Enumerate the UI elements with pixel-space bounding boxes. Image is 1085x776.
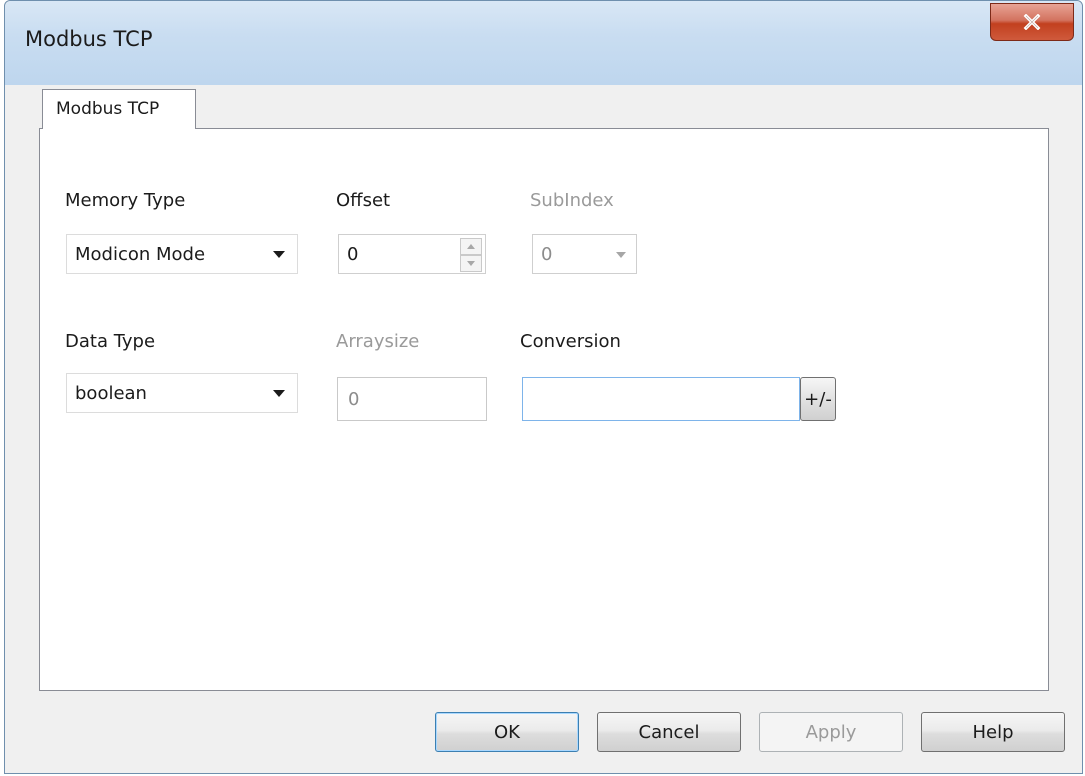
data-type-value: boolean	[75, 383, 147, 404]
window-title: Modbus TCP	[25, 27, 153, 51]
subindex-label: SubIndex	[530, 190, 614, 211]
data-type-label: Data Type	[65, 331, 156, 352]
conversion-label: Conversion	[520, 331, 621, 352]
data-type-dropdown[interactable]: boolean	[66, 373, 298, 413]
arraysize-label: Arraysize	[336, 331, 420, 352]
memory-type-value: Modicon Mode	[75, 244, 206, 265]
close-button[interactable]	[990, 3, 1074, 41]
memory-type-dropdown[interactable]: Modicon Mode	[66, 234, 298, 274]
memory-type-label: Memory Type	[65, 190, 186, 211]
close-icon	[1023, 14, 1041, 30]
conversion-field[interactable]	[522, 377, 800, 421]
offset-spin-buttons	[457, 235, 485, 275]
chevron-down-icon	[273, 390, 285, 397]
title-bar[interactable]: Modbus TCP	[5, 1, 1082, 85]
apply-button: Apply	[759, 712, 903, 752]
conversion-sign-button[interactable]: +/-	[800, 377, 836, 421]
arraysize-field: 0	[337, 377, 487, 421]
offset-label: Offset	[336, 190, 391, 211]
ok-button[interactable]: OK	[435, 712, 579, 752]
tab-panel: Memory Type Offset SubIndex Modicon Mode…	[39, 128, 1049, 691]
help-button[interactable]: Help	[921, 712, 1065, 752]
tab-modbus-tcp[interactable]: Modbus TCP	[42, 89, 196, 129]
chevron-down-icon	[616, 252, 626, 258]
offset-spinner[interactable]: 0	[338, 234, 486, 274]
cancel-button[interactable]: Cancel	[597, 712, 741, 752]
dialog-body: Modbus TCP Memory Type Offset SubIndex M…	[15, 85, 1072, 763]
spin-down-icon[interactable]	[460, 255, 482, 272]
subindex-dropdown: 0	[532, 234, 637, 274]
dialog-window: Modbus TCP Modbus TCP Memory Type Offset…	[4, 0, 1083, 774]
spin-up-icon[interactable]	[460, 238, 482, 255]
offset-value: 0	[347, 244, 359, 265]
subindex-value: 0	[541, 244, 553, 265]
chevron-down-icon	[273, 251, 285, 258]
arraysize-value: 0	[348, 389, 360, 410]
